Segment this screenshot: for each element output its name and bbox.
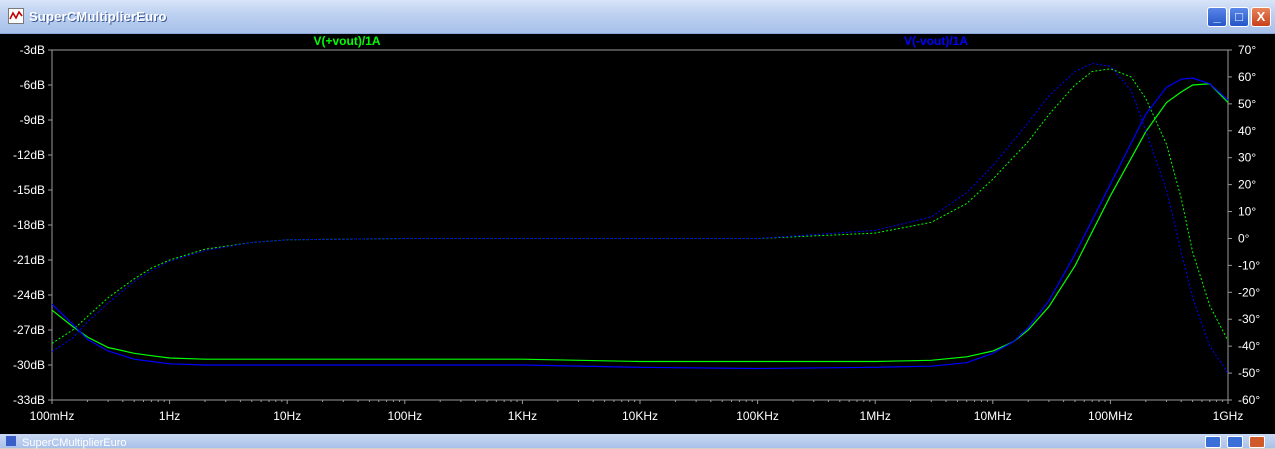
magnitude-curve	[51, 83, 1229, 363]
legend-entry: V(-vout)/1A	[904, 34, 968, 48]
y-left-tick-label: -27dB	[13, 323, 45, 337]
title-bar: SuperCMultiplierEuro _ □ X	[0, 0, 1275, 34]
window-title: SuperCMultiplierEuro	[29, 9, 167, 24]
minimize-button[interactable]	[1205, 436, 1221, 448]
y-right-tick-label: 60°	[1238, 70, 1256, 84]
bode-plot[interactable]: -3dB -6dB -9dB -12dB -15dB -18dB -21dB -24dB -27…	[0, 34, 1275, 434]
close-button[interactable]: X	[1251, 7, 1271, 27]
waveform-app-icon	[8, 8, 24, 24]
y-right-tick-label: -60°	[1238, 393, 1260, 407]
y-right-tick-label: 50°	[1238, 97, 1256, 111]
plot-frame	[51, 49, 1229, 401]
legend-entry: V(+vout)/1A	[313, 34, 380, 48]
close-button[interactable]	[1249, 436, 1265, 448]
y-left-tick-label: -3dB	[20, 43, 45, 57]
second-window-title: SuperCMultiplierEuro	[22, 437, 127, 449]
maximize-button[interactable]	[1227, 436, 1243, 448]
y-left-tick-label: -33dB	[13, 393, 45, 407]
x-tick-label: 10MHz	[974, 409, 1012, 423]
x-tick-label: 100KHz	[736, 409, 779, 423]
minimize-button[interactable]: _	[1207, 7, 1227, 27]
x-tick-label: 1Hz	[159, 409, 180, 423]
x-tick-label: 100mHz	[30, 409, 75, 423]
y-right-tick-label: -30°	[1238, 312, 1260, 326]
y-left-tick-label: -18dB	[13, 218, 45, 232]
y-left-tick-label: -21dB	[13, 253, 45, 267]
y-left-tick-label: -24dB	[13, 288, 45, 302]
y-left-tick-label: -6dB	[20, 78, 45, 92]
x-tick-label: 10KHz	[622, 409, 658, 423]
magnitude-curve	[51, 77, 1229, 370]
y-right-tick-label: 30°	[1238, 151, 1256, 165]
x-tick-label: 100Hz	[387, 409, 422, 423]
x-tick-label: 1KHz	[508, 409, 537, 423]
y-right-tick-label: -40°	[1238, 339, 1260, 353]
x-tick-label: 10Hz	[273, 409, 301, 423]
waveform-app-icon	[6, 436, 16, 446]
x-tick-label: 1GHz	[1213, 409, 1244, 423]
y-left-tick-label: -9dB	[20, 113, 45, 127]
y-right-tick-label: 20°	[1238, 178, 1256, 192]
y-right-tick-label: 10°	[1238, 205, 1256, 219]
y-right-tick-label: 70°	[1238, 43, 1256, 57]
y-right-tick-label: -10°	[1238, 258, 1260, 272]
y-left-tick-label: -15dB	[13, 183, 45, 197]
y-left-tick-label: -12dB	[13, 148, 45, 162]
y-left-tick-label: -30dB	[13, 358, 45, 372]
maximize-button[interactable]: □	[1229, 7, 1249, 27]
phase-curve	[51, 62, 1229, 374]
x-tick-label: 1MHz	[860, 409, 891, 423]
x-tick-label: 100MHz	[1088, 409, 1133, 423]
y-right-tick-label: 40°	[1238, 124, 1256, 138]
y-right-tick-label: -20°	[1238, 285, 1260, 299]
second-window-titlebar[interactable]: SuperCMultiplierEuro	[0, 434, 1275, 449]
y-right-tick-label: 0°	[1238, 231, 1250, 245]
y-right-tick-label: -50°	[1238, 366, 1260, 380]
plot-area[interactable]: -3dB -6dB -9dB -12dB -15dB -18dB -21dB -24dB -27…	[0, 34, 1275, 434]
